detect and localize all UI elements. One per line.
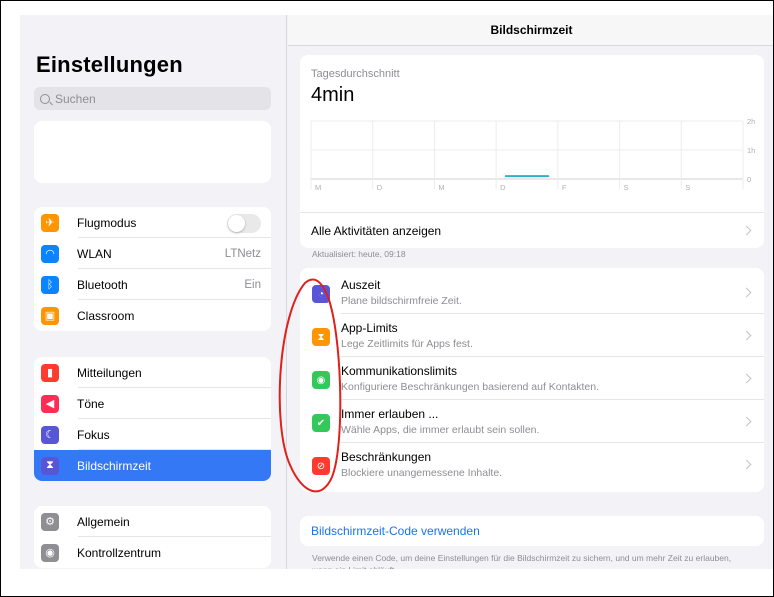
settings-sidebar: Einstellungen ✈ Flugmodus ◠ WLAN LTNetz ᛒ Blue… bbox=[20, 15, 287, 569]
feature-subtitle: Wähle Apps, die immer erlaubt sein solle… bbox=[341, 424, 540, 436]
feature-row-auszeit[interactable]: ◔ Auszeit Plane bildschirmfreie Zeit. bbox=[300, 271, 764, 314]
nav-title: Bildschirmzeit bbox=[490, 23, 573, 37]
search-field[interactable] bbox=[34, 87, 271, 110]
chevron-right-icon bbox=[741, 416, 752, 427]
feature-subtitle: Blockiere unangemessene Inhalte. bbox=[341, 467, 503, 479]
sidebar-item-label: Bluetooth bbox=[77, 277, 128, 292]
feature-title: App-Limits bbox=[341, 321, 398, 335]
sidebar-item-kontrollzentrum[interactable]: ◉ Kontrollzentrum bbox=[34, 537, 271, 568]
ipad-screen: Einstellungen ✈ Flugmodus ◠ WLAN LTNetz ᛒ Blue… bbox=[20, 15, 773, 569]
sidebar-item-classroom[interactable]: ▣ Classroom bbox=[34, 300, 271, 331]
checkmark-icon: ✔ bbox=[312, 414, 330, 432]
weekly-usage-chart: 2h 1h 0 M D M D F S S bbox=[310, 117, 755, 192]
apple-id-card[interactable] bbox=[34, 121, 271, 183]
feature-row-kommunikationslimits[interactable]: ◉ Kommunikationslimits Konfiguriere Beschr… bbox=[300, 357, 764, 400]
average-value: 4min bbox=[311, 84, 355, 106]
sidebar-item-wlan[interactable]: ◠ WLAN LTNetz bbox=[34, 238, 271, 269]
chart-bar bbox=[504, 175, 550, 178]
feature-row-immer-erlauben[interactable]: ✔ Immer erlauben ... Wähle Apps, die immer… bbox=[300, 400, 764, 443]
screen-time-features: ◔ Auszeit Plane bildschirmfreie Zeit. ⧗ App-… bbox=[300, 268, 764, 492]
sidebar-item-label: Allgemein bbox=[77, 514, 130, 529]
screenshot-frame: Einstellungen ✈ Flugmodus ◠ WLAN LTNetz ᛒ Blue… bbox=[0, 0, 774, 597]
sidebar-item-label: Kontrollzentrum bbox=[77, 545, 162, 560]
screen-time-code-label: Bildschirmzeit-Code verwenden bbox=[311, 524, 480, 538]
contact-icon: ◉ bbox=[312, 371, 330, 389]
downtime-icon: ◔ bbox=[312, 285, 330, 303]
settings-group-general: ⚙ Allgemein ◉ Kontrollzentrum bbox=[34, 506, 271, 568]
hourglass-icon: ⧗ bbox=[312, 328, 330, 346]
feature-subtitle: Konfiguriere Beschränkungen basierend au… bbox=[341, 381, 600, 393]
chart-x-tick-label: M bbox=[438, 183, 444, 192]
sidebar-item-label: WLAN bbox=[77, 246, 112, 261]
feature-title: Auszeit bbox=[341, 278, 381, 292]
focus-moon-icon: ☾ bbox=[41, 425, 59, 444]
feature-title: Immer erlauben ... bbox=[341, 407, 439, 421]
search-input[interactable] bbox=[55, 91, 255, 106]
sidebar-item-label: Mitteilungen bbox=[77, 365, 142, 380]
feature-subtitle: Plane bildschirmfreie Zeit. bbox=[341, 295, 462, 307]
chevron-right-icon bbox=[741, 330, 752, 341]
chart-y-tick-label: 0 bbox=[747, 175, 751, 184]
bluetooth-icon: ᛒ bbox=[41, 275, 59, 294]
chevron-right-icon bbox=[741, 459, 752, 470]
sidebar-title: Einstellungen bbox=[36, 52, 183, 77]
chart-x-tick-label: M bbox=[315, 183, 321, 192]
feature-subtitle: Lege Zeitlimits für Apps fest. bbox=[341, 338, 473, 350]
settings-group-notifications: ▮ Mitteilungen ◀ Töne ☾ Fokus ⧗ Bildschirmzeit bbox=[34, 357, 271, 481]
chart-x-tick-label: S bbox=[685, 183, 690, 192]
usage-card[interactable]: Tagesdurchschnitt 4min 2h 1h 0 M D M D F S S Alle… bbox=[300, 55, 764, 248]
screen-time-code-description: Verwende einen Code, um deine Einstellun… bbox=[312, 553, 732, 569]
control-center-icon: ◉ bbox=[41, 543, 59, 562]
sidebar-item-label: Fokus bbox=[77, 427, 110, 442]
feature-title: Beschränkungen bbox=[341, 450, 432, 464]
restriction-icon: ⊘ bbox=[312, 457, 330, 475]
sounds-icon: ◀ bbox=[41, 394, 59, 413]
chevron-right-icon bbox=[741, 287, 752, 298]
search-icon bbox=[40, 93, 50, 104]
all-activity-label: Alle Aktivitäten anzeigen bbox=[311, 223, 442, 238]
gear-icon: ⚙ bbox=[41, 512, 59, 531]
chart-y-tick-label: 2h bbox=[747, 117, 755, 126]
sidebar-item-label: Flugmodus bbox=[77, 215, 137, 230]
notifications-icon: ▮ bbox=[41, 363, 59, 382]
sidebar-item-töne[interactable]: ◀ Töne bbox=[34, 388, 271, 419]
screen-time-pane: Bildschirmzeit Tagesdurchschnitt 4min 2h… bbox=[288, 15, 773, 569]
average-label: Tagesdurchschnitt bbox=[311, 68, 400, 80]
settings-group-connectivity: ✈ Flugmodus ◠ WLAN LTNetz ᛒ Bluetooth Ein ▣ Class… bbox=[34, 207, 271, 331]
chart-x-tick-label: S bbox=[624, 183, 629, 192]
hourglass-icon: ⧗ bbox=[41, 456, 59, 475]
chart-x-tick-label: D bbox=[500, 183, 506, 192]
sidebar-item-value: LTNetz bbox=[224, 247, 261, 260]
sidebar-item-label: Töne bbox=[77, 396, 105, 411]
chart-x-tick-label: D bbox=[377, 183, 383, 192]
sidebar-item-label: Bildschirmzeit bbox=[77, 458, 152, 473]
updated-timestamp: Aktualisiert: heute, 09:18 bbox=[312, 249, 406, 259]
sidebar-item-flugmodus[interactable]: ✈ Flugmodus bbox=[34, 207, 271, 238]
nav-bar: Bildschirmzeit bbox=[288, 15, 773, 46]
sidebar-item-bluetooth[interactable]: ᛒ Bluetooth Ein bbox=[34, 269, 271, 300]
classroom-icon: ▣ bbox=[41, 306, 59, 325]
all-activity-row[interactable]: Alle Aktivitäten anzeigen bbox=[300, 212, 764, 248]
feature-row-app-limits[interactable]: ⧗ App-Limits Lege Zeitlimits für Apps fest… bbox=[300, 314, 764, 357]
feature-title: Kommunikationslimits bbox=[341, 364, 458, 378]
sidebar-item-bildschirmzeit[interactable]: ⧗ Bildschirmzeit bbox=[34, 450, 271, 481]
feature-row-beschr-nkungen[interactable]: ⊘ Beschränkungen Blockiere unangemessene I… bbox=[300, 443, 764, 486]
sidebar-item-allgemein[interactable]: ⚙ Allgemein bbox=[34, 506, 271, 537]
sidebar-item-value: Ein bbox=[244, 278, 261, 291]
airplane-mode-toggle[interactable] bbox=[227, 214, 261, 233]
chevron-right-icon bbox=[741, 373, 752, 384]
chart-y-tick-label: 1h bbox=[747, 146, 755, 155]
sidebar-item-mitteilungen[interactable]: ▮ Mitteilungen bbox=[34, 357, 271, 388]
chart-x-tick-label: F bbox=[562, 183, 567, 192]
wifi-icon: ◠ bbox=[41, 244, 59, 263]
chevron-right-icon bbox=[741, 225, 752, 236]
screen-time-code-button[interactable]: Bildschirmzeit-Code verwenden bbox=[300, 516, 764, 546]
sidebar-item-label: Classroom bbox=[77, 308, 135, 323]
sidebar-item-fokus[interactable]: ☾ Fokus bbox=[34, 419, 271, 450]
airplane-icon: ✈ bbox=[41, 213, 59, 232]
